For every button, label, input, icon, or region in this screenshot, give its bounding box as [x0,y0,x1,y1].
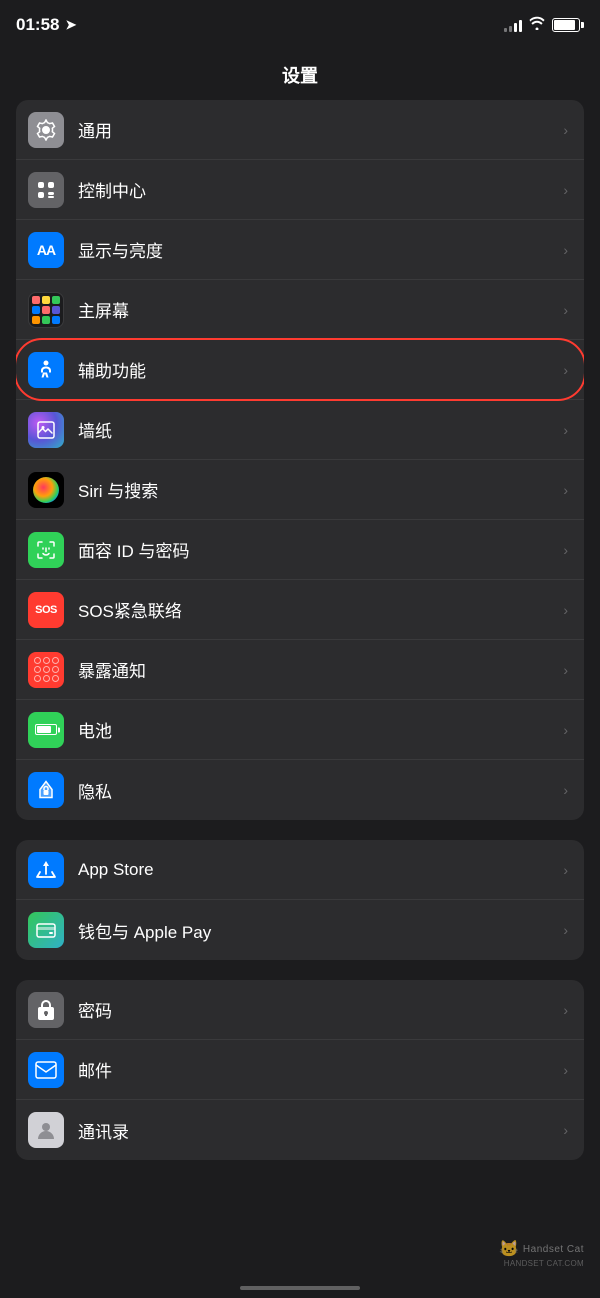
appstore-icon [28,852,64,888]
password-icon [28,992,64,1028]
display-icon: AA [28,232,64,268]
home-screen-label: 主屏幕 [78,297,555,322]
battery-settings-icon [28,712,64,748]
siri-icon [28,472,64,508]
settings-item-battery[interactable]: 电池 › [16,700,584,760]
page-header: 设置 [0,50,600,100]
mail-chevron: › [563,1062,568,1078]
password-label: 密码 [78,997,555,1022]
sos-icon: SOS [28,592,64,628]
settings-section-3: 密码 › 邮件 › 通讯录 › [16,980,584,1160]
settings-item-exposure[interactable]: 暴露通知 › [16,640,584,700]
status-time: 01:58 ➤ [16,15,76,35]
battery-chevron: › [563,722,568,738]
wallpaper-icon [28,412,64,448]
home-indicator [240,1286,360,1290]
privacy-icon [28,772,64,808]
settings-item-wallpaper[interactable]: 墙纸 › [16,400,584,460]
siri-chevron: › [563,482,568,498]
page-title: 设置 [282,62,318,88]
settings-item-faceid[interactable]: 面容 ID 与密码 › [16,520,584,580]
settings-item-accessibility[interactable]: 辅助功能 › [16,340,584,400]
mail-icon [28,1052,64,1088]
settings-item-contacts[interactable]: 通讯录 › [16,1100,584,1160]
privacy-chevron: › [563,782,568,798]
settings-section-1: 通用 › 控制中心 › AA 显示与亮度 › [16,100,584,820]
general-icon [28,112,64,148]
signal-bars-icon [504,18,522,32]
wallet-chevron: › [563,922,568,938]
settings-item-sos[interactable]: SOS SOS紧急联络 › [16,580,584,640]
settings-item-home-screen[interactable]: 主屏幕 › [16,280,584,340]
settings-item-control-center[interactable]: 控制中心 › [16,160,584,220]
sos-label: SOS紧急联络 [78,597,555,622]
settings-item-siri[interactable]: Siri 与搜索 › [16,460,584,520]
sos-chevron: › [563,602,568,618]
settings-item-display[interactable]: AA 显示与亮度 › [16,220,584,280]
home-screen-icon [28,292,64,328]
privacy-label: 隐私 [78,778,555,803]
battery-icon [552,18,580,32]
general-label: 通用 [78,117,555,142]
password-chevron: › [563,1002,568,1018]
settings-item-password[interactable]: 密码 › [16,980,584,1040]
wallet-icon [28,912,64,948]
exposure-icon [28,652,64,688]
battery-label: 电池 [78,717,555,742]
watermark: 🐱 Handset Cat HANDSET CAT.COM [499,1239,584,1268]
control-center-label: 控制中心 [78,177,555,202]
display-label: 显示与亮度 [78,237,555,262]
appstore-label: App Store [78,860,555,880]
status-icons [504,16,580,35]
settings-item-privacy[interactable]: 隐私 › [16,760,584,820]
contacts-chevron: › [563,1122,568,1138]
contacts-label: 通讯录 [78,1118,555,1143]
display-chevron: › [563,242,568,258]
settings-section-2: App Store › 钱包与 Apple Pay › [16,840,584,960]
contacts-icon [28,1112,64,1148]
faceid-label: 面容 ID 与密码 [78,537,555,562]
appstore-chevron: › [563,862,568,878]
faceid-chevron: › [563,542,568,558]
settings-item-general[interactable]: 通用 › [16,100,584,160]
accessibility-icon [28,352,64,388]
settings-item-appstore[interactable]: App Store › [16,840,584,900]
control-center-icon [28,172,64,208]
exposure-chevron: › [563,662,568,678]
wallet-label: 钱包与 Apple Pay [78,918,555,943]
wallpaper-chevron: › [563,422,568,438]
location-icon: ➤ [65,17,76,33]
accessibility-chevron: › [563,362,568,378]
siri-label: Siri 与搜索 [78,477,555,502]
wifi-icon [528,16,546,35]
settings-item-wallet[interactable]: 钱包与 Apple Pay › [16,900,584,960]
faceid-icon [28,532,64,568]
wallpaper-label: 墙纸 [78,417,555,442]
settings-item-mail[interactable]: 邮件 › [16,1040,584,1100]
accessibility-label: 辅助功能 [78,357,555,382]
general-chevron: › [563,122,568,138]
status-bar: 01:58 ➤ [0,0,600,50]
exposure-label: 暴露通知 [78,657,555,682]
control-center-chevron: › [563,182,568,198]
home-screen-chevron: › [563,302,568,318]
mail-label: 邮件 [78,1057,555,1082]
